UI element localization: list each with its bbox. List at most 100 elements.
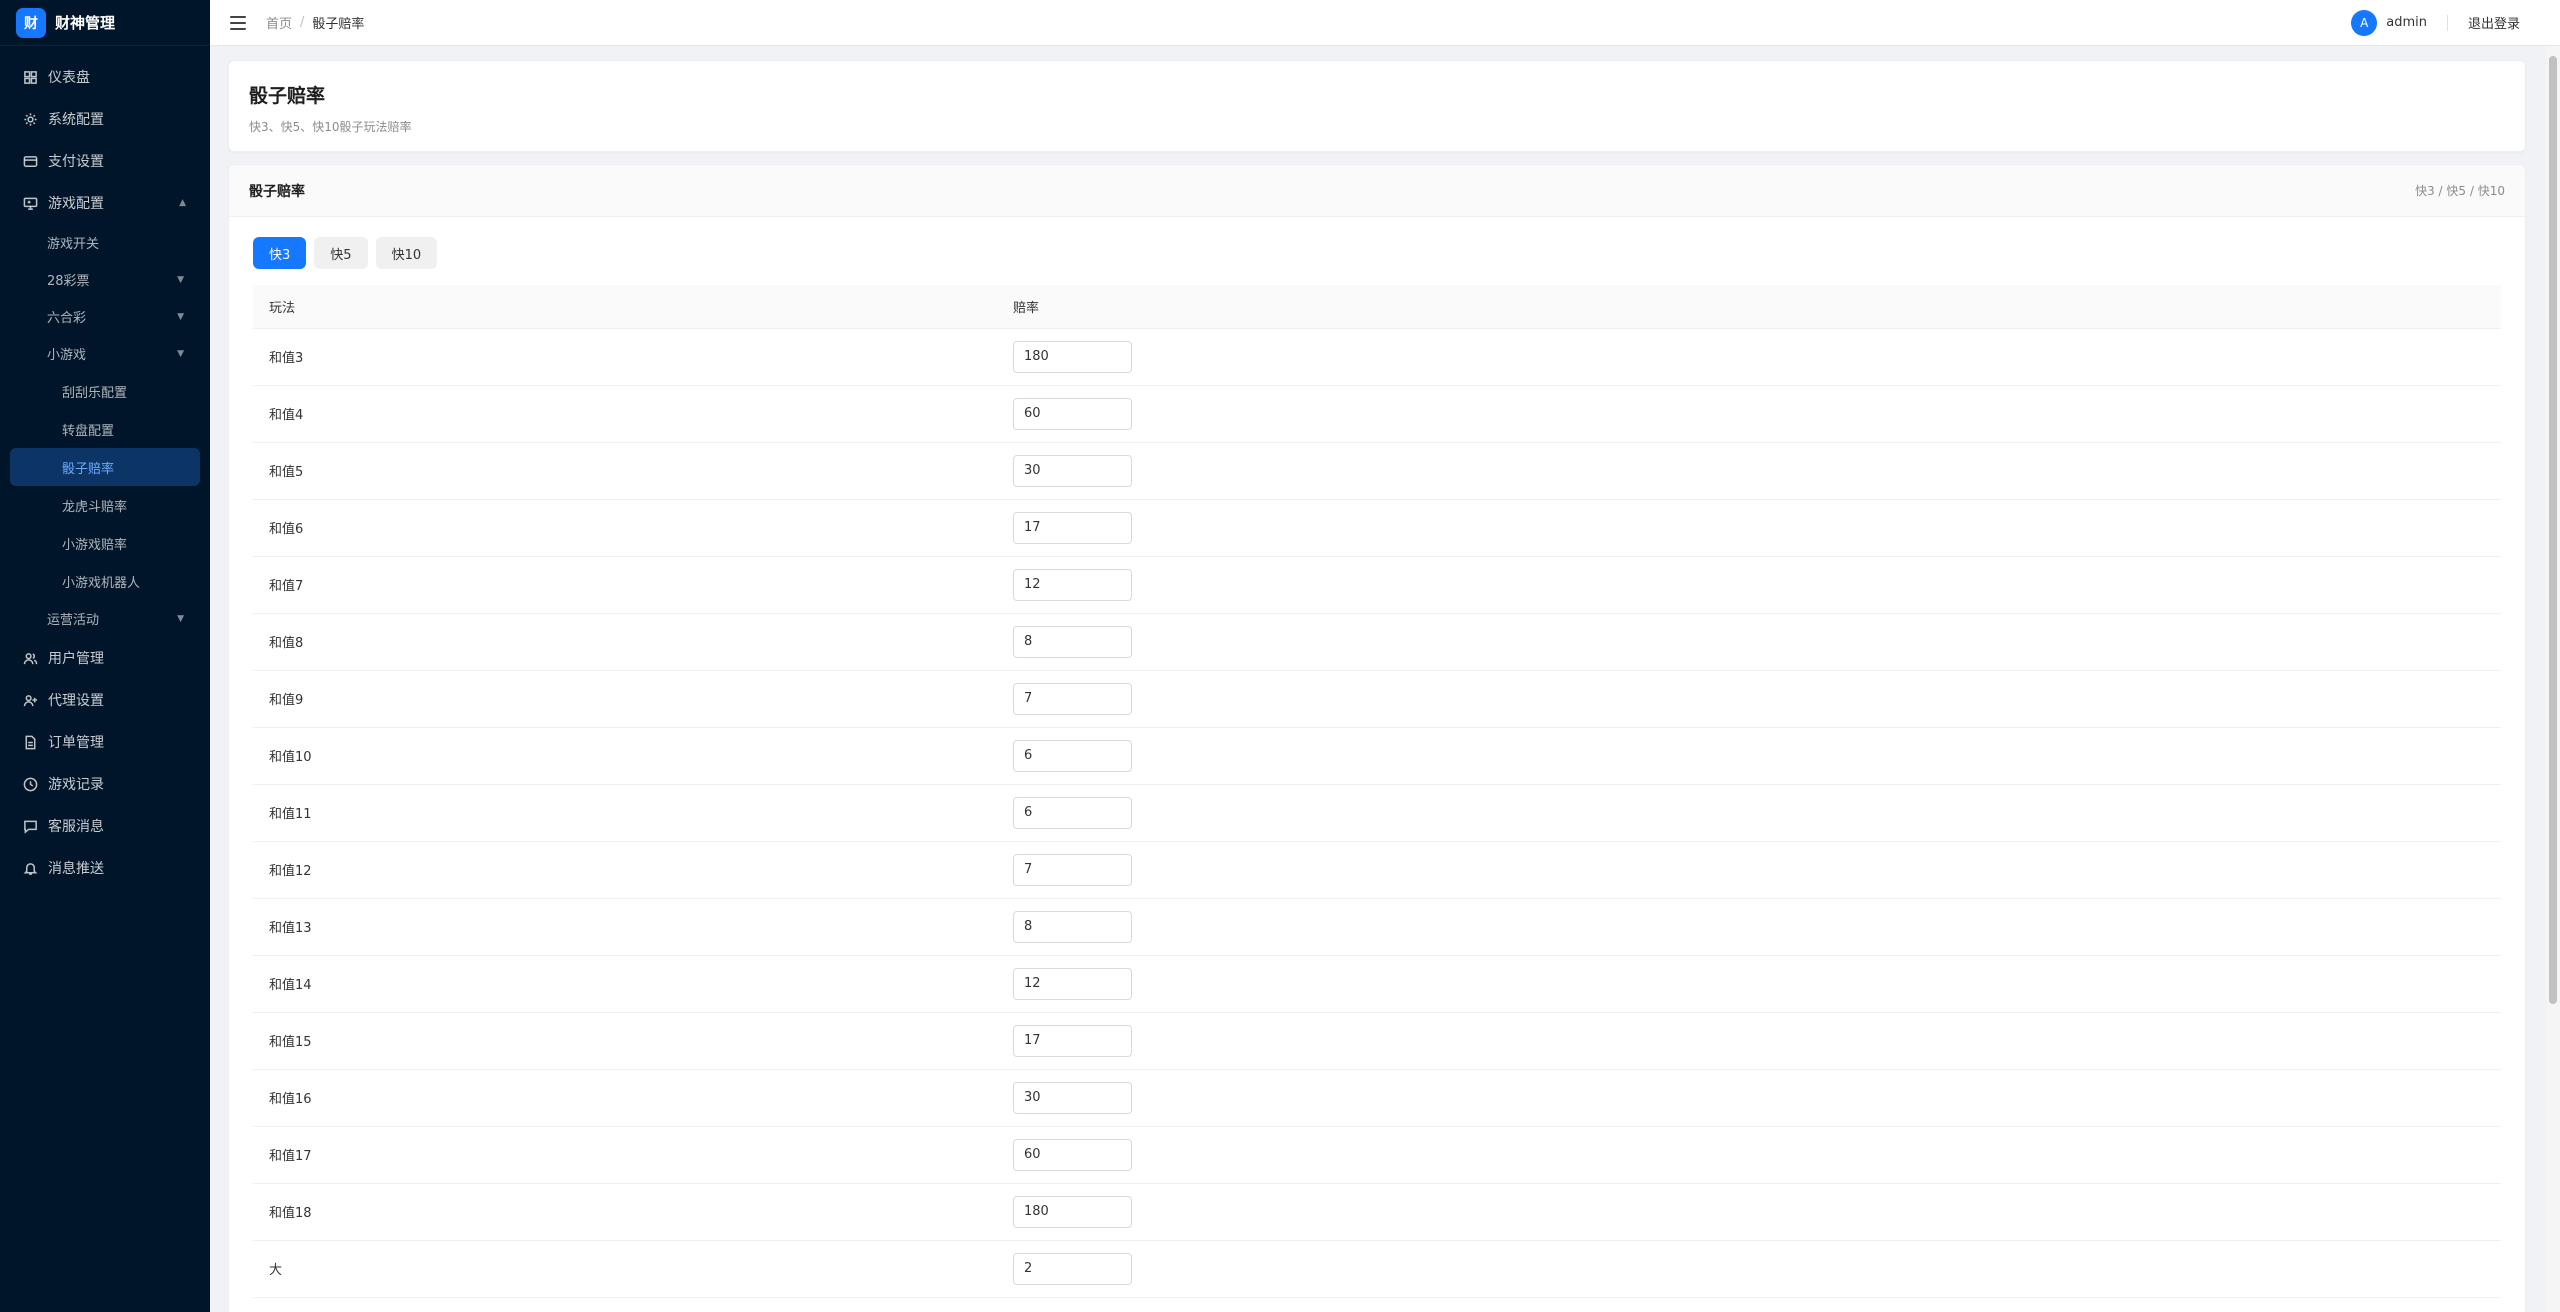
user-plus-icon (22, 692, 38, 708)
play-name-cell: 和值7 (253, 556, 997, 614)
sidebar-menu: 仪表盘 系统配置 支付设置 游戏配置 ▲ 游戏开关 28彩票 ▼ 六合彩 ▼ 小… (0, 46, 210, 889)
breadcrumb-home[interactable]: 首页 (266, 13, 292, 32)
sidebar-item-label: 用户管理 (48, 651, 104, 667)
sidebar-item-label: 订单管理 (48, 735, 104, 751)
sidebar-item-scratch-config[interactable]: 刮刮乐配置 (10, 372, 200, 410)
odds-cell (997, 670, 2501, 728)
tab-k3[interactable]: 快3 (253, 237, 307, 269)
sidebar-item-mark-six[interactable]: 六合彩 ▼ (0, 298, 210, 335)
sidebar-item-events[interactable]: 运营活动 ▼ (0, 600, 210, 637)
odds-input[interactable] (1013, 625, 1132, 658)
odds-input[interactable] (1013, 511, 1132, 544)
table-row: 和值13 (253, 898, 2501, 956)
sidebar-item-dragon-tiger-odds[interactable]: 龙虎斗赔率 (10, 486, 200, 524)
table-row: 和值4 (253, 385, 2501, 443)
sidebar-item-support[interactable]: 客服消息 (0, 805, 210, 847)
play-name-cell: 和值5 (253, 442, 997, 500)
odds-input[interactable] (1013, 739, 1132, 772)
sidebar-item-wheel-config[interactable]: 转盘配置 (10, 410, 200, 448)
column-header-odds: 赔率 (997, 285, 2501, 329)
scrollbar[interactable] (2546, 46, 2560, 1312)
play-name-cell: 和值6 (253, 499, 997, 557)
table-row: 和值7 (253, 556, 2501, 614)
sidebar-item-lottery28[interactable]: 28彩票 ▼ (0, 261, 210, 298)
odds-input[interactable] (1013, 340, 1132, 373)
scrollbar-thumb[interactable] (2549, 56, 2557, 1004)
topbar: 首页 / 骰子赔率 A admin 退出登录 (210, 0, 2560, 46)
dashboard-icon (22, 69, 38, 85)
brand[interactable]: 财 财神管理 (0, 0, 210, 46)
table-row: 和值11 (253, 784, 2501, 842)
table-row: 和值12 (253, 841, 2501, 899)
sidebar-item-push[interactable]: 消息推送 (0, 847, 210, 889)
sidebar-item-label: 客服消息 (48, 819, 104, 835)
odds-cell (997, 385, 2501, 443)
odds-input[interactable] (1013, 682, 1132, 715)
bell-icon (22, 860, 38, 876)
odds-cell (997, 1069, 2501, 1127)
main-area: 首页 / 骰子赔率 A admin 退出登录 骰子赔率 快3、快5、快10骰子玩… (210, 0, 2560, 1312)
odds-input[interactable] (1013, 1024, 1132, 1057)
sidebar-item-label: 消息推送 (48, 861, 104, 877)
sidebar-item-dice-odds[interactable]: 骰子赔率 (10, 448, 200, 486)
brand-name: 财神管理 (55, 14, 116, 32)
tab-k10[interactable]: 快10 (375, 237, 438, 269)
sidebar-item-label: 游戏开关 (47, 237, 100, 252)
odds-input[interactable] (1013, 1195, 1132, 1228)
sidebar-item-game-config[interactable]: 游戏配置 ▲ (0, 182, 210, 224)
odds-input[interactable] (1013, 1138, 1132, 1171)
odds-input[interactable] (1013, 796, 1132, 829)
play-name-cell: 和值17 (253, 1126, 997, 1184)
sidebar-item-mini-game-robot[interactable]: 小游戏机器人 (10, 562, 200, 600)
brand-logo: 财 (16, 7, 46, 38)
page-header: 骰子赔率 快3、快5、快10骰子玩法赔率 (228, 60, 2526, 152)
odds-cell (997, 613, 2501, 671)
gear-icon (22, 111, 38, 127)
table-row: 和值8 (253, 613, 2501, 671)
odds-cell (997, 328, 2501, 386)
sidebar-item-users[interactable]: 用户管理 (0, 637, 210, 679)
panel-header: 骰子赔率 快3 / 快5 / 快10 (229, 165, 2525, 217)
panel-body: 快3 快5 快10 玩法 赔率 和值3和值4和值5和值6和值7和值8和值9和值1… (229, 217, 2525, 1312)
avatar[interactable]: A (2351, 9, 2378, 36)
sidebar-item-dashboard[interactable]: 仪表盘 (0, 56, 210, 98)
play-name-cell: 和值16 (253, 1069, 997, 1127)
sidebar-item-label: 骰子赔率 (62, 461, 115, 477)
sidebar-item-game-records[interactable]: 游戏记录 (0, 763, 210, 805)
menu-toggle-icon[interactable] (230, 15, 246, 30)
user-name[interactable]: admin (2386, 15, 2427, 30)
panel-extra: 快3 / 快5 / 快10 (2415, 184, 2505, 198)
sidebar-item-game-switch[interactable]: 游戏开关 (0, 224, 210, 261)
sidebar-item-label: 支付设置 (48, 154, 104, 170)
play-name-cell: 和值4 (253, 385, 997, 443)
odds-input[interactable] (1013, 853, 1132, 886)
sidebar-item-agent[interactable]: 代理设置 (0, 679, 210, 721)
sidebar-item-label: 六合彩 (47, 311, 87, 326)
odds-input[interactable] (1013, 910, 1132, 943)
odds-input[interactable] (1013, 568, 1132, 601)
odds-input[interactable] (1013, 1252, 1132, 1285)
table-row: 和值17 (253, 1126, 2501, 1184)
sidebar-item-label: 游戏记录 (48, 777, 104, 793)
tab-k5[interactable]: 快5 (314, 237, 368, 269)
sidebar-item-mini-games[interactable]: 小游戏 ▼ (0, 335, 210, 372)
odds-input[interactable] (1013, 397, 1132, 430)
table-header-row: 玩法 赔率 (253, 285, 2501, 329)
credit-card-icon (22, 153, 38, 169)
odds-input[interactable] (1013, 1081, 1132, 1114)
sidebar-item-mini-game-odds[interactable]: 小游戏赔率 (10, 524, 200, 562)
play-name-cell: 和值3 (253, 328, 997, 386)
sidebar-item-system-config[interactable]: 系统配置 (0, 98, 210, 140)
sidebar-item-orders[interactable]: 订单管理 (0, 721, 210, 763)
topbar-user-area: A admin 退出登录 (2351, 9, 2540, 36)
odds-input[interactable] (1013, 454, 1132, 487)
chevron-up-icon: ▲ (179, 198, 186, 208)
odds-input[interactable] (1013, 967, 1132, 1000)
sidebar-item-payment[interactable]: 支付设置 (0, 140, 210, 182)
table-row: 和值18 (253, 1183, 2501, 1241)
users-icon (22, 650, 38, 666)
odds-panel: 骰子赔率 快3 / 快5 / 快10 快3 快5 快10 玩法 赔率 和值3 1… (228, 164, 2526, 1312)
logout-button[interactable]: 退出登录 (2468, 13, 2520, 32)
page-subtitle: 快3、快5、快10骰子玩法赔率 (249, 120, 412, 134)
chevron-down-icon: ▼ (177, 348, 184, 359)
